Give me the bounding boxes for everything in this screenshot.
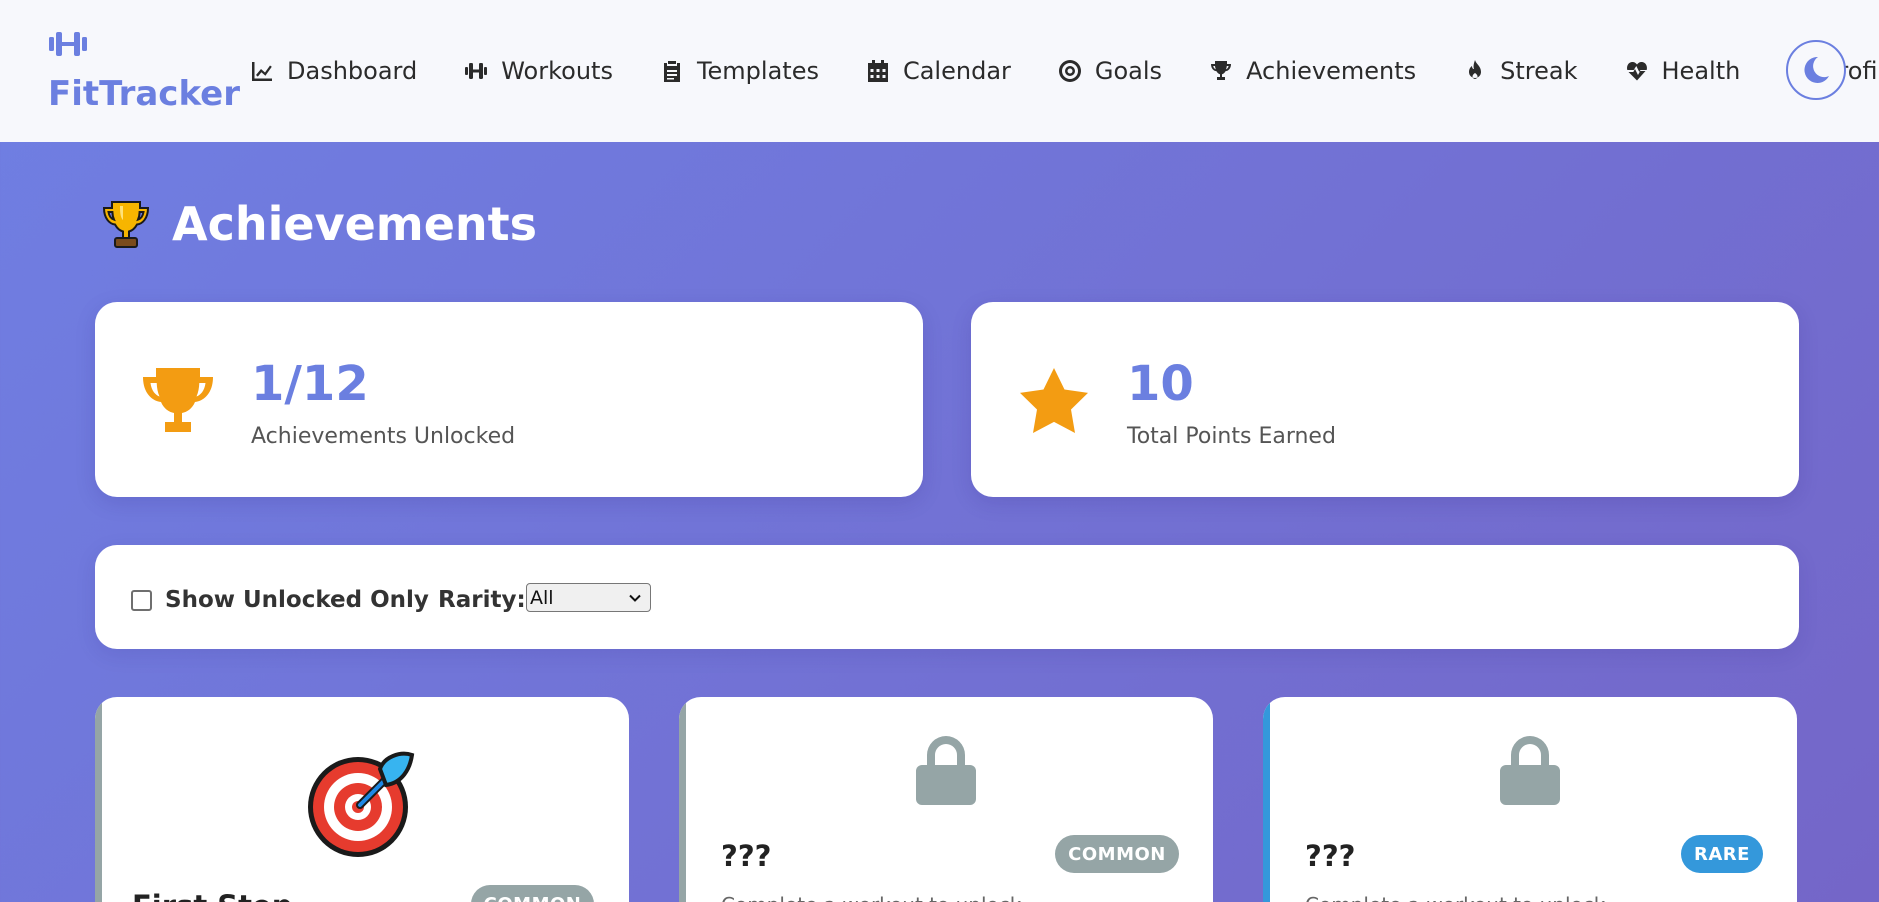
achievement-name: ??? xyxy=(1305,839,1356,873)
stat-card-unlocked: 1/12 Achievements Unlocked xyxy=(95,302,923,497)
page-title: Achievements xyxy=(98,196,537,252)
achievement-description: Complete a workout to unlock xyxy=(721,893,1021,902)
show-unlocked-toggle[interactable]: Show Unlocked Only xyxy=(131,587,429,613)
nav-label: Calendar xyxy=(902,57,1011,85)
rarity-accent-bar xyxy=(679,697,686,902)
stat-label: Total Points Earned xyxy=(1127,424,1336,449)
nav-label: Achievements xyxy=(1246,57,1417,85)
heartbeat-icon xyxy=(1626,61,1647,81)
nav-item-goals[interactable]: Goals xyxy=(1058,48,1162,94)
nav-label: Streak xyxy=(1500,57,1578,85)
nav-item-streak[interactable]: Streak xyxy=(1463,48,1578,94)
nav-links: Dashboard Workouts Templates Calendar Go… xyxy=(250,48,1879,94)
nav-label: Workouts xyxy=(501,57,613,85)
rarity-badge: COMMON xyxy=(1055,835,1179,873)
nav-item-templates[interactable]: Templates xyxy=(660,48,819,94)
stat-label: Achievements Unlocked xyxy=(251,424,516,449)
brand-name: FitTracker xyxy=(48,74,240,114)
nav-item-calendar[interactable]: Calendar xyxy=(866,48,1011,94)
rarity-badge: RARE xyxy=(1681,835,1763,873)
stat-card-points: 10 Total Points Earned xyxy=(971,302,1799,497)
filter-bar: Show Unlocked Only Rarity: All xyxy=(95,545,1799,649)
achievement-name: ??? xyxy=(721,839,772,873)
achievement-card[interactable]: First Step COMMON xyxy=(95,697,629,902)
rarity-badge: COMMON xyxy=(471,885,594,902)
fire-icon xyxy=(1469,60,1482,79)
trophy-icon xyxy=(143,368,213,432)
nav-label: Goals xyxy=(1094,57,1163,85)
clipboard-icon xyxy=(663,61,680,82)
chart-line-icon xyxy=(252,62,272,81)
page-title-text: Achievements xyxy=(172,197,538,251)
nav-item-dashboard[interactable]: Dashboard xyxy=(250,48,417,94)
trophy-icon xyxy=(1211,61,1232,80)
navbar: FitTracker Dashboard Workouts Templates … xyxy=(0,0,1879,142)
rarity-accent-bar xyxy=(1263,697,1270,902)
stat-value: 10 xyxy=(1127,356,1194,412)
achievement-name: First Step xyxy=(132,889,292,902)
rarity-label: Rarity: xyxy=(438,587,526,613)
dumbbell-icon xyxy=(49,32,87,56)
rarity-select[interactable]: All xyxy=(526,583,651,612)
chevron-down-icon xyxy=(629,594,641,602)
show-unlocked-checkbox[interactable] xyxy=(131,589,152,611)
moon-icon xyxy=(1804,56,1829,83)
target-icon xyxy=(1058,60,1081,82)
theme-toggle-button[interactable] xyxy=(1786,40,1846,100)
brand-logo[interactable]: FitTracker xyxy=(48,26,240,121)
trophy-icon xyxy=(102,201,150,248)
nav-label: Dashboard xyxy=(287,57,418,85)
lock-icon xyxy=(1500,736,1560,805)
lock-icon xyxy=(916,736,976,805)
achievement-card[interactable]: ??? COMMON Complete a workout to unlock xyxy=(679,697,1213,902)
nav-item-workouts[interactable]: Workouts xyxy=(464,48,613,94)
show-unlocked-label: Show Unlocked Only xyxy=(165,587,429,613)
nav-label: Health xyxy=(1661,57,1741,85)
nav-item-achievements[interactable]: Achievements xyxy=(1209,48,1416,94)
star-icon xyxy=(1020,368,1088,433)
achievement-description: Complete a workout to unlock xyxy=(1305,893,1605,902)
rarity-selected-value: All xyxy=(530,586,554,609)
target-arrow-icon xyxy=(308,751,415,857)
nav-label: Templates xyxy=(696,57,819,85)
rarity-accent-bar xyxy=(95,697,102,902)
dumbbell-icon xyxy=(465,63,488,79)
stat-value: 1/12 xyxy=(251,356,369,412)
nav-item-health[interactable]: Health xyxy=(1625,48,1741,94)
calendar-icon xyxy=(867,60,888,82)
achievement-card[interactable]: ??? RARE Complete a workout to unlock xyxy=(1263,697,1797,902)
